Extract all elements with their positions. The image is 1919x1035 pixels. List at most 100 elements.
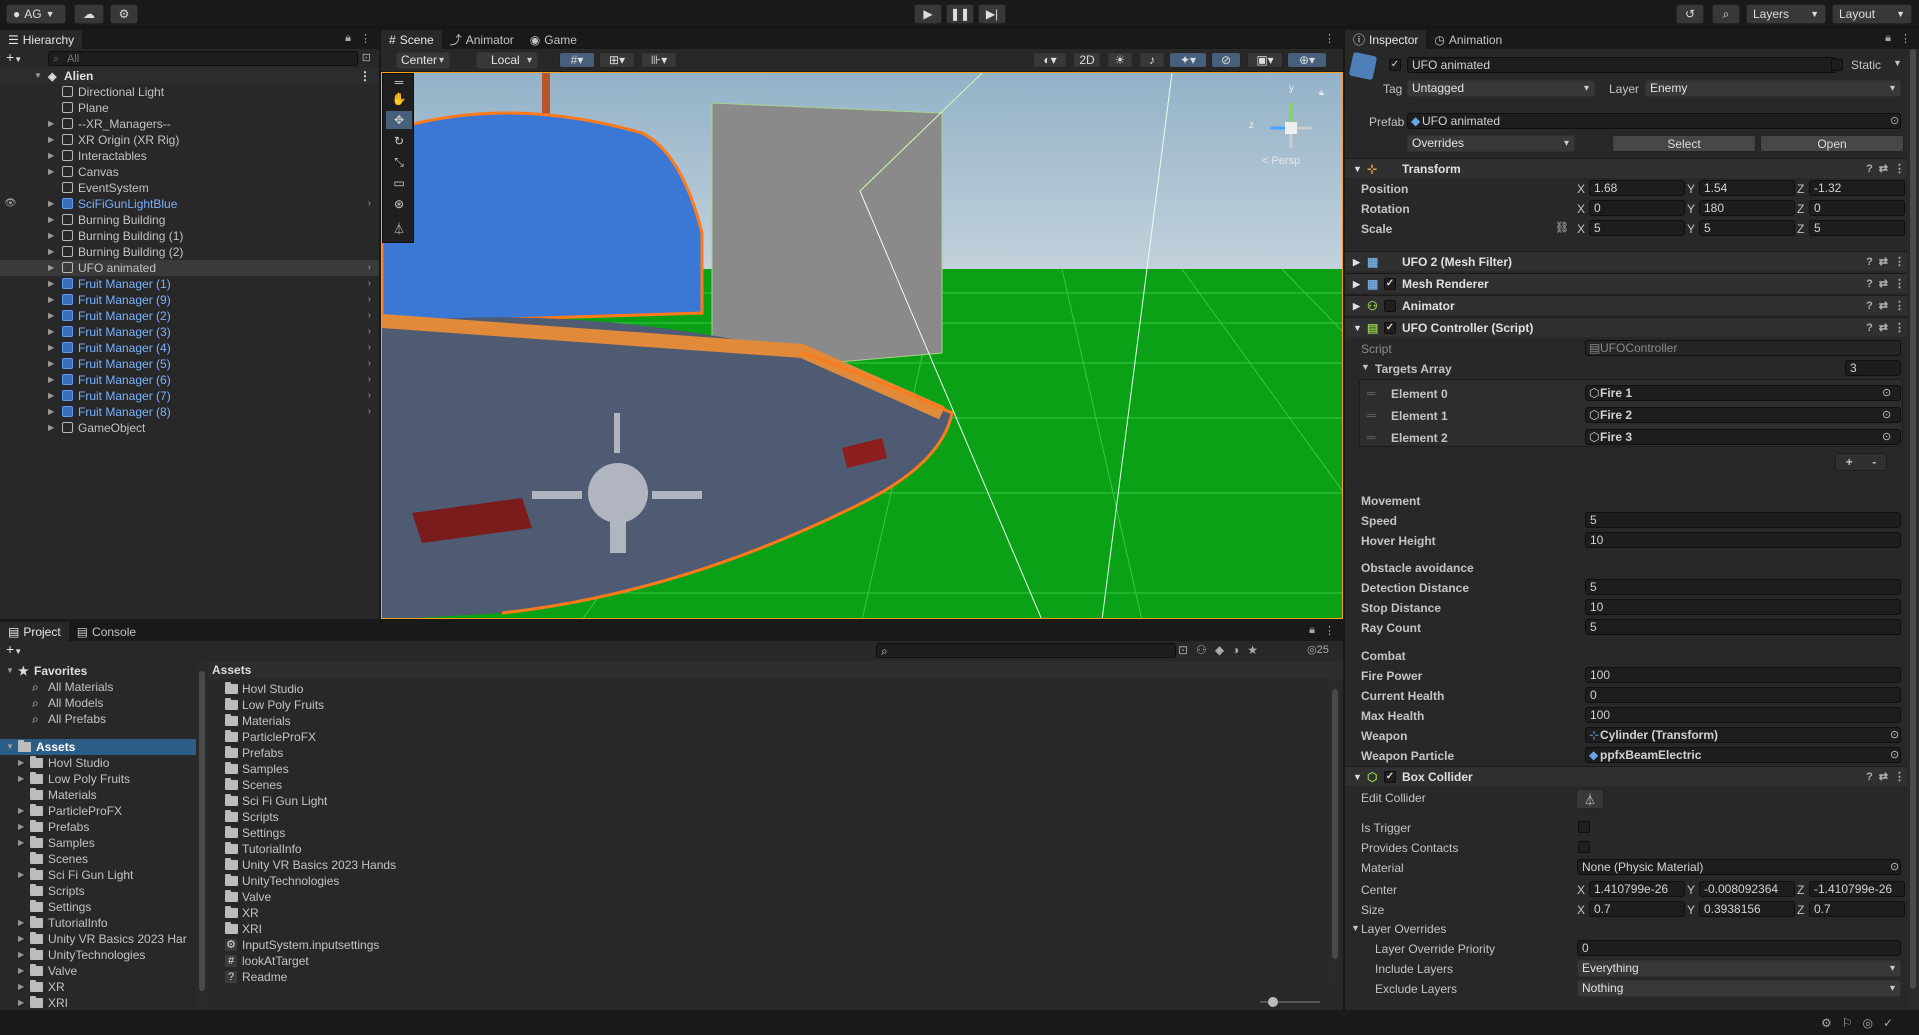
is-trigger-checkbox[interactable] [1578, 821, 1590, 833]
folder-tree-item[interactable]: ▶ UnityTechnologies [0, 947, 196, 963]
more-icon[interactable]: ⋮ [1324, 32, 1335, 45]
history-button[interactable]: ↺ [1676, 4, 1704, 24]
center-x-field[interactable]: 1.410799e-26 [1589, 881, 1685, 897]
folder-tree-item[interactable]: ▶ Hovl Studio [0, 755, 196, 771]
grid-visibility-button[interactable]: ⊞▾ [599, 52, 635, 68]
hierarchy-item[interactable]: ▶ Fruit Manager (6) › [0, 372, 379, 388]
transform-position-y-field[interactable]: 1.54 [1699, 180, 1795, 196]
pivot-dropdown[interactable]: Center [396, 52, 450, 69]
asset-file-item[interactable]: # lookAtTarget [208, 953, 1328, 969]
visibility-icon[interactable]: 👁︎ [4, 196, 17, 212]
collapsed-arrow-icon[interactable]: ▶ [48, 340, 54, 356]
asset-folder-item[interactable]: ParticleProFX [208, 729, 1328, 745]
chevron-right-icon[interactable]: › [368, 372, 371, 388]
drag-handle-icon[interactable]: ═ [386, 75, 412, 89]
hierarchy-item[interactable]: ▶ SciFiGunLightBlue › 👁︎ [0, 196, 379, 212]
mesh-filter-header[interactable]: ▶ ▦ UFO 2 (Mesh Filter) ?⇄⋮ [1345, 251, 1919, 271]
remove-element-button[interactable]: - [1872, 455, 1876, 469]
overrides-dropdown[interactable]: Overrides [1407, 135, 1575, 152]
tab-project[interactable]: ▤ Project [0, 622, 69, 641]
collapsed-arrow-icon[interactable]: ▶ [48, 292, 54, 308]
asset-folder-item[interactable]: TutorialInfo [208, 841, 1328, 857]
prefab-select-button[interactable]: Select [1612, 135, 1756, 152]
play-button[interactable]: ▶ [914, 4, 942, 24]
folder-tree-item[interactable]: ▶ TutorialInfo [0, 915, 196, 931]
search-button[interactable]: ⌕ [1712, 4, 1740, 24]
hierarchy-item[interactable]: ▶ Fruit Manager (9) › [0, 292, 379, 308]
asset-folder-item[interactable]: Low Poly Fruits [208, 697, 1328, 713]
animator-header[interactable]: ▶ ⚇ Animator ?⇄⋮ [1345, 295, 1919, 315]
asset-folder-item[interactable]: Valve [208, 889, 1328, 905]
static-checkbox[interactable] [1831, 59, 1843, 71]
active-checkbox[interactable]: ✓ [1389, 59, 1401, 71]
chevron-right-icon[interactable]: › [368, 260, 371, 276]
transform-tool-icon[interactable]: ⊛ [386, 195, 412, 213]
chevron-right-icon[interactable]: › [368, 196, 371, 212]
hierarchy-item[interactable]: ▶ Fruit Manager (2) › [0, 308, 379, 324]
layer-priority-field[interactable]: 0 [1577, 940, 1901, 956]
object-picker-icon[interactable]: ⊙ [1882, 408, 1891, 421]
gizmos-button[interactable]: ⊕▾ [1287, 52, 1327, 68]
asset-file-item[interactable]: ? Readme [208, 969, 1328, 985]
step-button[interactable]: ▶| [978, 4, 1006, 24]
hierarchy-item[interactable]: Plane [0, 100, 379, 116]
target-element-field[interactable]: ⬡ Fire 2 [1585, 407, 1901, 423]
ray-field[interactable]: 5 [1585, 619, 1901, 635]
transform-scale-y-field[interactable]: 5 [1699, 220, 1795, 236]
asset-folder-item[interactable]: Materials [208, 713, 1328, 729]
folder-tree-item[interactable]: ▶ XR [0, 979, 196, 995]
transform-rotation-x-field[interactable]: 0 [1589, 200, 1685, 216]
lock-icon[interactable]: 🔒︎ [1319, 87, 1324, 98]
cloud-button[interactable]: ☁ [74, 4, 104, 24]
camera-settings-button[interactable]: ▣▾ [1247, 52, 1283, 68]
chevron-right-icon[interactable]: › [368, 356, 371, 372]
collapsed-arrow-icon[interactable]: ▶ [48, 420, 54, 436]
asset-folder-item[interactable]: Scripts [208, 809, 1328, 825]
hierarchy-item[interactable]: EventSystem [0, 180, 379, 196]
component-menu-icons[interactable]: ?⇄⋮ [1866, 274, 1911, 294]
lock-icon[interactable]: 🔒︎ [1309, 624, 1315, 637]
account-button[interactable]: ● AG ▼ [6, 4, 66, 24]
inspector-scrollbar[interactable] [1907, 49, 1919, 1010]
asset-list-scrollbar[interactable] [1329, 679, 1341, 989]
hierarchy-item[interactable]: ▶ Fruit Manager (4) › [0, 340, 379, 356]
add-object-button[interactable]: +▼ [6, 49, 22, 65]
mesh-renderer-header[interactable]: ▶ ▦ ✓ Mesh Renderer ?⇄⋮ [1345, 273, 1919, 293]
size-x-field[interactable]: 0.7 [1589, 901, 1685, 917]
tab-inspector[interactable]: ⓘ Inspector [1345, 30, 1427, 49]
chevron-down-icon[interactable]: ▼ [1893, 58, 1902, 68]
collapsed-arrow-icon[interactable]: ▶ [18, 771, 24, 787]
component-menu-icons[interactable]: ?⇄⋮ [1866, 318, 1911, 338]
hover-field[interactable]: 10 [1585, 532, 1901, 548]
folder-tree-item[interactable]: ▶ Prefabs [0, 819, 196, 835]
hierarchy-item[interactable]: ▶ Interactables [0, 148, 379, 164]
audio-toggle[interactable]: ♪ [1139, 52, 1165, 68]
rect-tool-icon[interactable]: ▭ [386, 174, 412, 192]
asset-folder-item[interactable]: Prefabs [208, 745, 1328, 761]
folder-tree-item[interactable]: ▶ Samples [0, 835, 196, 851]
more-icon[interactable]: ⋮ [1324, 624, 1335, 637]
chevron-right-icon[interactable]: › [368, 276, 371, 292]
expanded-arrow-icon[interactable]: ▼ [6, 663, 14, 679]
asset-folder-item[interactable]: UnityTechnologies [208, 873, 1328, 889]
folder-tree-item[interactable]: ▶ XRI [0, 995, 196, 1010]
chevron-right-icon[interactable]: › [368, 292, 371, 308]
collapsed-arrow-icon[interactable]: ▶ [48, 388, 54, 404]
asset-folder-item[interactable]: XR [208, 905, 1328, 921]
collapsed-arrow-icon[interactable]: ▶ [18, 947, 24, 963]
tab-animation[interactable]: ◷ Animation [1426, 30, 1510, 49]
tab-hierarchy[interactable]: ☰ Hierarchy [0, 30, 83, 49]
component-menu-icons[interactable]: ?⇄⋮ [1866, 767, 1911, 787]
include-layers-dropdown[interactable]: Everything [1577, 960, 1901, 977]
collapsed-arrow-icon[interactable]: ▶ [18, 931, 24, 947]
lock-icon[interactable]: 🔒︎ [1885, 32, 1891, 45]
create-asset-button[interactable]: +▼ [6, 641, 22, 657]
max-field[interactable]: 100 [1585, 707, 1901, 723]
box-collider-header[interactable]: ▼ ⬡ ✓ Box Collider ?⇄⋮ [1345, 766, 1919, 786]
collapsed-arrow-icon[interactable]: ▶ [18, 915, 24, 931]
ufo-controller-checkbox[interactable]: ✓ [1384, 322, 1396, 334]
component-menu-icons[interactable]: ?⇄⋮ [1866, 159, 1911, 179]
collapsed-arrow-icon[interactable]: ▶ [18, 979, 24, 995]
collapsed-arrow-icon[interactable]: ▶ [18, 835, 24, 851]
chevron-right-icon[interactable]: › [368, 324, 371, 340]
